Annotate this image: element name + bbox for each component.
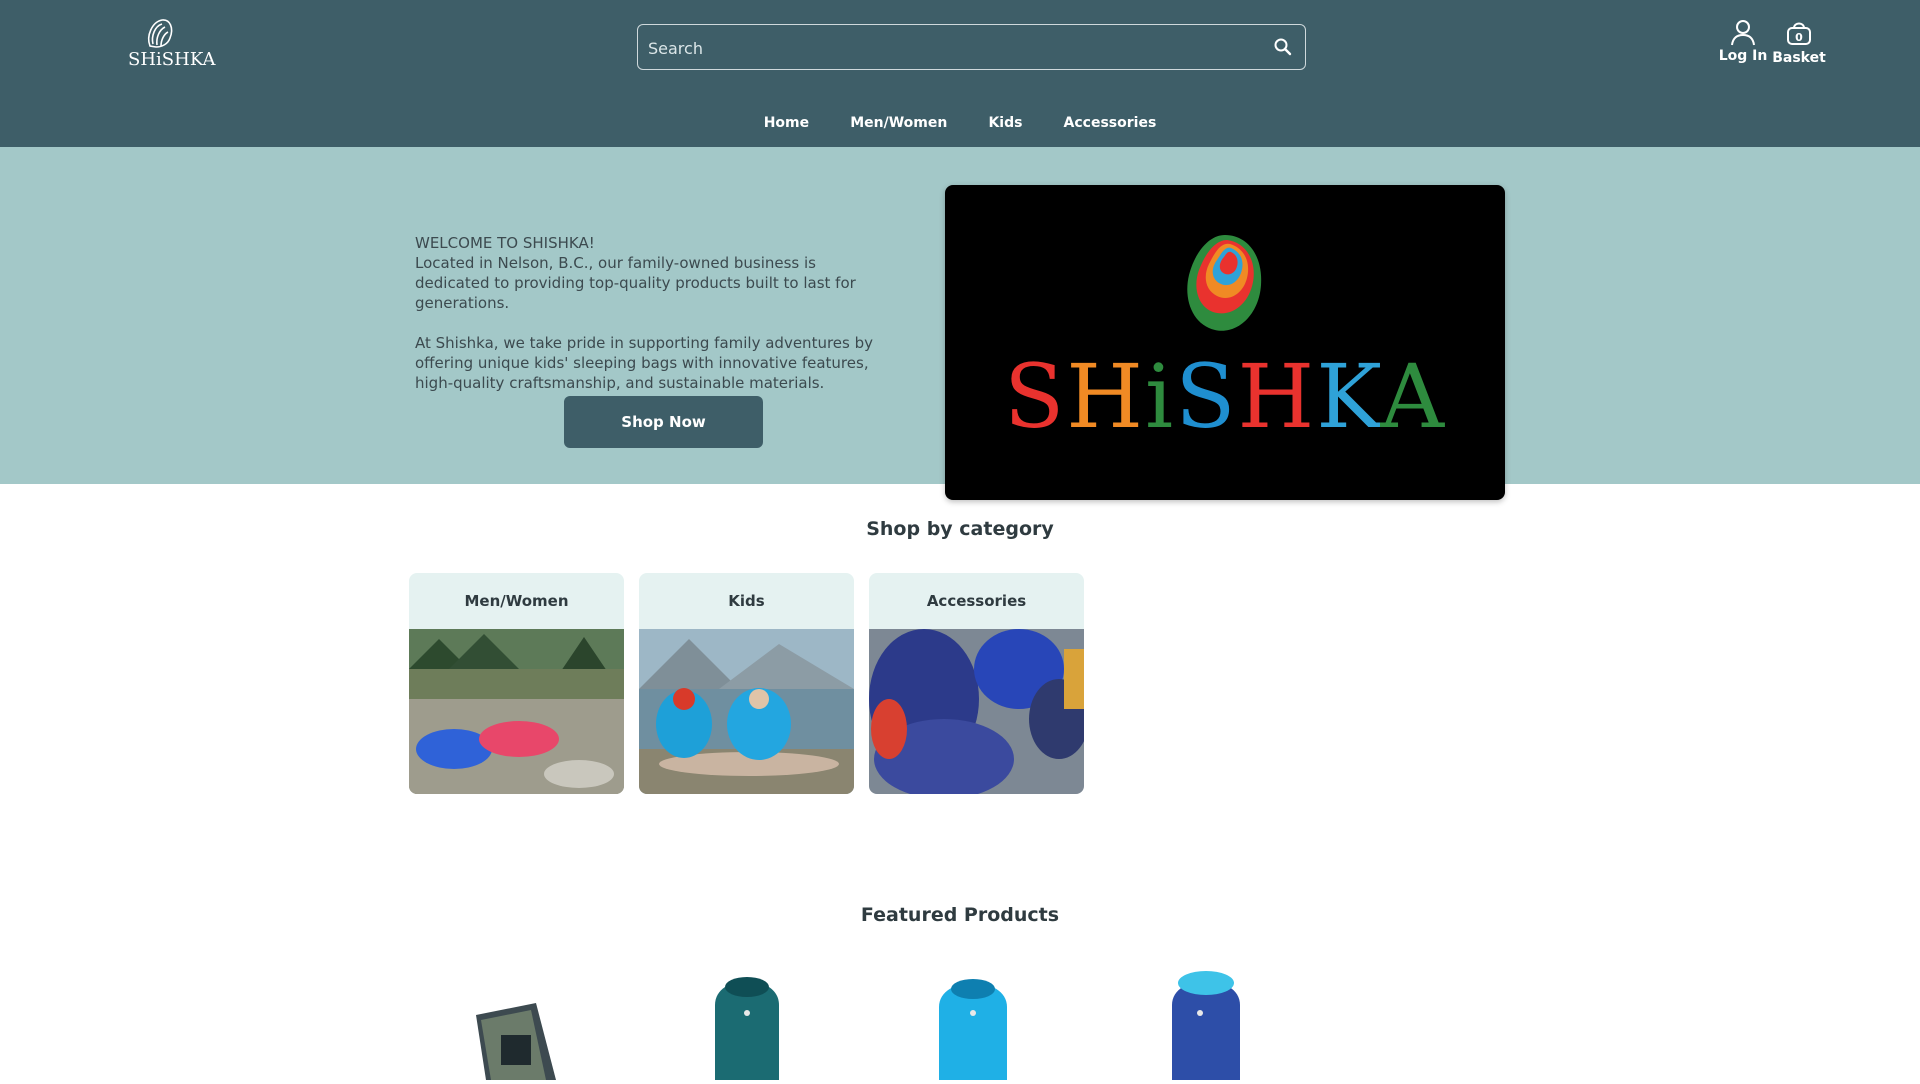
hero-paragraph-1: Located in Nelson, B.C., our family-owne… — [415, 254, 856, 312]
category-label: Accessories — [869, 573, 1084, 629]
shell-logo-icon — [147, 19, 173, 48]
featured-products-title: Featured Products — [860, 904, 1060, 926]
nav-home[interactable]: Home — [764, 115, 809, 131]
product-card-1[interactable] — [446, 965, 586, 1080]
shop-now-button[interactable]: Shop Now — [564, 396, 763, 448]
category-card-accessories[interactable]: Accessories — [869, 573, 1084, 794]
product-image-accessory-pouch — [476, 1003, 556, 1080]
shop-by-category-title: Shop by category — [866, 518, 1054, 540]
search-input[interactable] — [646, 25, 1250, 71]
product-card-2[interactable] — [677, 965, 817, 1080]
category-card-kids[interactable]: Kids — [639, 573, 854, 794]
category-label: Kids — [639, 573, 854, 629]
category-image-men-women — [409, 629, 624, 794]
product-image-teal-sleeping-bag — [715, 977, 779, 1080]
basket-count: 0 — [1795, 31, 1803, 44]
basket-label: Basket — [1772, 50, 1826, 66]
search-button[interactable] — [1271, 35, 1295, 59]
login-label: Log In — [1718, 48, 1768, 64]
product-card-3[interactable] — [903, 965, 1043, 1080]
search-icon — [1274, 38, 1292, 56]
site-header: SHiSHKA Log In 0 Basket Home Men/Women K… — [0, 0, 1920, 147]
shishka-logo[interactable]: SHiSHKA — [128, 14, 216, 72]
category-image-kids — [639, 629, 854, 794]
category-card-men-women[interactable]: Men/Women — [409, 573, 624, 794]
banner-brand-label: SHiSHKA — [1004, 345, 1446, 448]
colorful-shell-logo-icon — [1187, 235, 1262, 331]
main-nav: Home Men/Women Kids Accessories — [0, 112, 1920, 131]
category-label: Men/Women — [409, 573, 624, 629]
hero-heading: WELCOME TO SHISHKA! — [415, 234, 595, 252]
product-card-4[interactable] — [1140, 965, 1280, 1080]
nav-accessories[interactable]: Accessories — [1064, 115, 1157, 131]
hero-banner: SHiSHKA — [945, 185, 1505, 500]
search-box — [637, 24, 1306, 71]
nav-kids[interactable]: Kids — [988, 115, 1022, 131]
product-image-light-blue-sleeping-bag — [939, 979, 1007, 1080]
logo-text: SHiSHKA — [128, 49, 216, 70]
login-button[interactable]: Log In — [1713, 18, 1773, 64]
user-icon — [1731, 20, 1755, 46]
nav-men-women[interactable]: Men/Women — [850, 115, 947, 131]
basket-button[interactable]: 0 Basket — [1769, 18, 1829, 66]
category-image-accessories — [869, 629, 1084, 794]
hero-paragraph-2: At Shishka, we take pride in supporting … — [415, 334, 873, 392]
hero-text: WELCOME TO SHISHKA! Located in Nelson, B… — [415, 233, 895, 393]
banner-brand-text: SHiSHKA — [945, 345, 1505, 448]
product-image-navy-sleeping-bag — [1172, 971, 1240, 1080]
